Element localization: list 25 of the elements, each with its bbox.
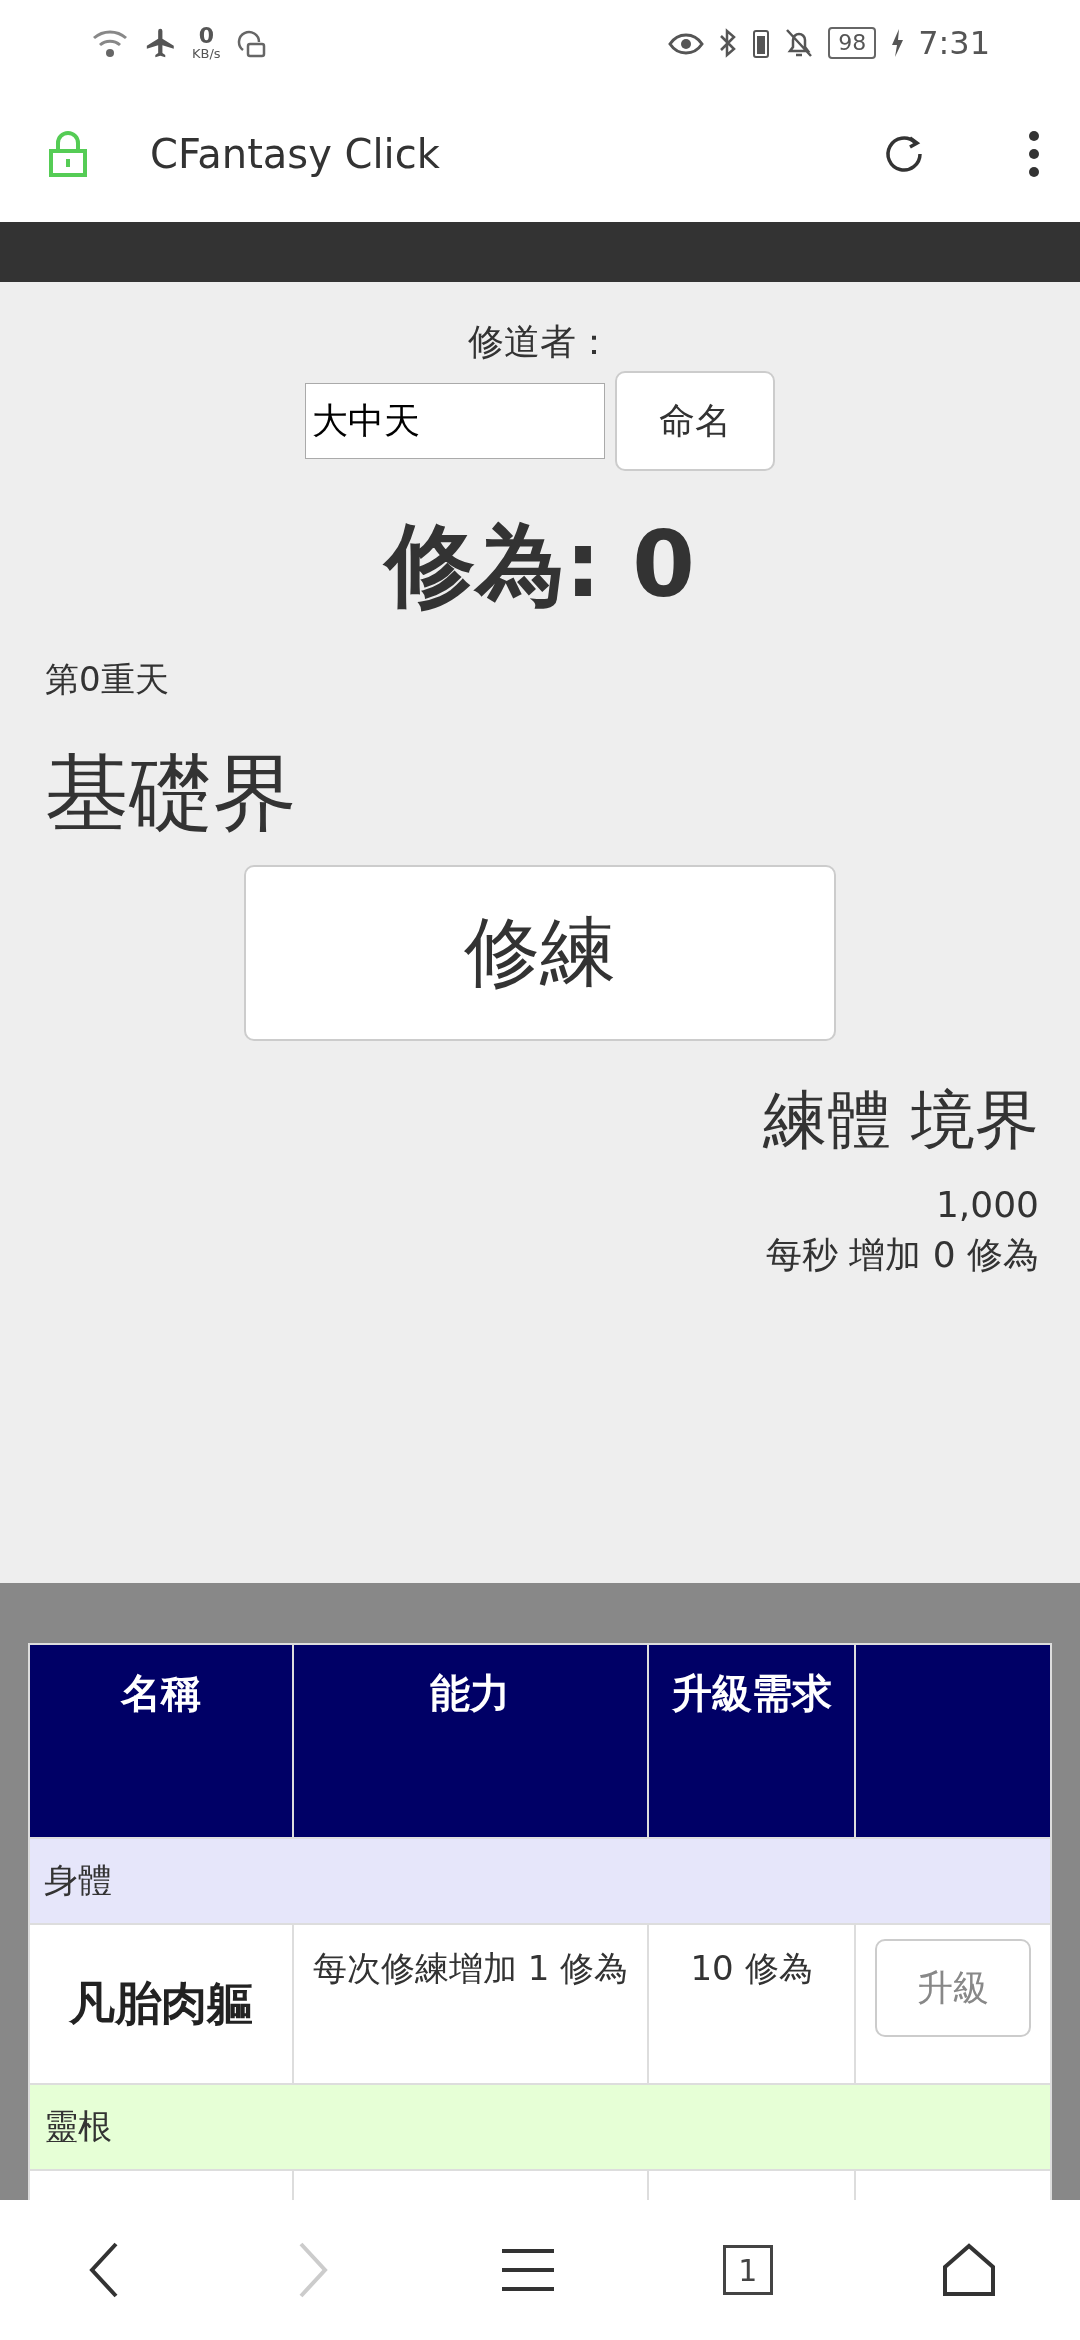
column-header: 能力 <box>292 1644 649 1838</box>
group-row: 身體 <box>29 1838 1051 1924</box>
column-header: 升級需求 <box>648 1644 855 1838</box>
menu-icon[interactable] <box>502 2248 554 2292</box>
lock-icon <box>48 130 88 177</box>
name-field[interactable]: 大中天 <box>305 383 605 459</box>
home-icon[interactable] <box>941 2243 996 2297</box>
name-button[interactable]: 命名 <box>615 371 775 471</box>
cultivator-label: 修道者： <box>468 320 612 364</box>
page-title: CFantasy Click <box>150 130 441 177</box>
menu-icon[interactable] <box>1028 129 1040 178</box>
body-realm-title: 練體 境界 <box>761 1082 1040 1159</box>
realm-amount: 1,000 <box>934 1184 1040 1225</box>
tabs-button[interactable]: 1 <box>722 2245 773 2295</box>
clock-time: 7:31 <box>918 23 990 62</box>
group-row: 靈根 <box>29 2084 1051 2170</box>
layer-text: 第0重天 <box>44 658 170 701</box>
column-header: 名稱 <box>29 1644 293 1838</box>
network-speed: 0 <box>198 25 214 47</box>
realm-title: 基礎界 <box>44 743 298 844</box>
rate-text: 每秒 增加 0 修為 <box>764 1233 1040 1277</box>
train-button[interactable]: 修練 <box>244 865 836 1041</box>
network-speed-unit: KB/s <box>192 47 221 60</box>
charging-icon <box>890 27 905 58</box>
battery-level: 98 <box>828 26 877 59</box>
